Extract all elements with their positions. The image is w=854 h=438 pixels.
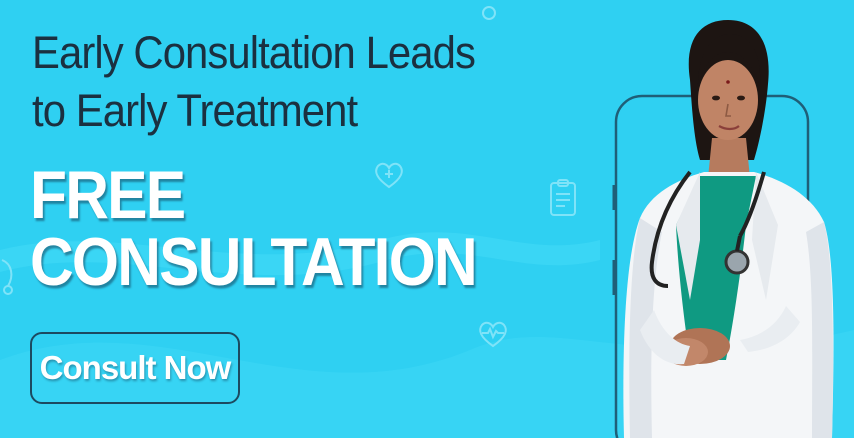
offer-line-2: CONSULTATION [30, 224, 478, 300]
offer-title: FREE CONSULTATION [30, 157, 478, 300]
headline: Early Consultation Leads to Early Treatm… [32, 24, 476, 140]
headline-line-1: Early Consultation Leads [32, 27, 476, 78]
consult-now-button[interactable]: Consult Now [30, 332, 240, 404]
consultation-banner: Early Consultation Leads to Early Treatm… [0, 0, 854, 438]
headline-line-2: to Early Treatment [32, 85, 358, 136]
offer-line-1: FREE [30, 157, 186, 233]
